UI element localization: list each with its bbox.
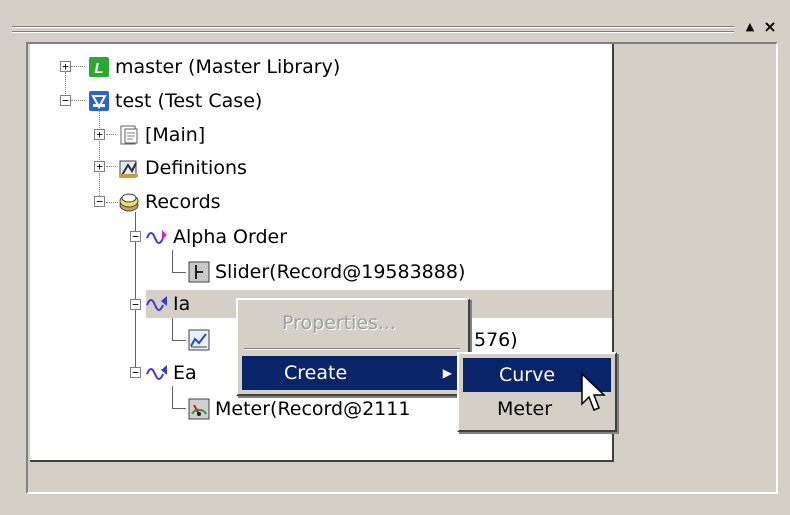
tree-node-ea[interactable]: Ea: [146, 359, 197, 387]
title-grip-highlight: [12, 27, 734, 28]
waveform-icon: [146, 365, 167, 380]
records-icon: [119, 193, 139, 212]
waveform-icon: [146, 230, 167, 244]
tree-node-curve-record[interactable]: [188, 326, 215, 354]
tree-node-curve-record-label: 576): [474, 326, 518, 354]
slider-icon: [188, 261, 210, 283]
tree-line: [99, 108, 100, 202]
tree-line: [106, 134, 116, 135]
tree-node-label: test (Test Case): [115, 90, 263, 112]
tree-node-master[interactable]: L master (Master Library): [88, 53, 340, 81]
tree-node-label: Slider(Record@19583888): [215, 261, 466, 283]
menu-item-properties[interactable]: Properties...: [240, 306, 466, 340]
tree-node-meter-record[interactable]: Meter(Record@2111: [188, 395, 410, 423]
tree-line: [172, 318, 173, 340]
tree-node-label: Ea: [173, 362, 197, 384]
tree-node-label: Records: [145, 191, 221, 213]
menu-separator: [244, 348, 460, 350]
close-button[interactable]: ×: [760, 16, 780, 38]
tree-node-label: master (Master Library): [115, 56, 341, 78]
tree-node-label: Alpha Order: [173, 226, 288, 248]
tree-node-label: Definitions: [145, 157, 247, 179]
tree-node-label: [Main]: [145, 124, 206, 146]
expand-definitions[interactable]: +: [94, 161, 105, 172]
expand-master[interactable]: +: [60, 61, 71, 72]
tree-line: [106, 166, 116, 167]
collapse-ia[interactable]: −: [130, 299, 141, 310]
test-case-icon: [89, 91, 109, 111]
expand-main[interactable]: +: [94, 129, 105, 140]
definitions-icon: [119, 160, 138, 178]
tree-node-records[interactable]: Records: [118, 188, 221, 216]
waveform-icon: [146, 296, 167, 311]
tree-line: [65, 72, 66, 96]
context-menu: Properties... Create ▶: [236, 298, 470, 396]
collapse-ea[interactable]: −: [130, 367, 141, 378]
collapse-alpha-order[interactable]: −: [130, 231, 141, 242]
tree-line: [172, 250, 173, 272]
document-icon: [120, 125, 138, 145]
tree-line: [71, 100, 85, 101]
tree-node-definitions[interactable]: Definitions: [118, 154, 247, 182]
collapse-test[interactable]: −: [60, 95, 71, 106]
tree-line: [172, 340, 186, 341]
tree-node-label: Meter(Record@2111: [215, 398, 411, 420]
curve-icon: [188, 329, 210, 351]
tree-line: [172, 408, 186, 409]
title-grip-lower-highlight: [12, 32, 734, 33]
mouse-cursor-icon: [581, 372, 606, 411]
collapse-records[interactable]: −: [94, 196, 105, 207]
tree-line: [106, 202, 118, 203]
tree-node-main[interactable]: [Main]: [118, 121, 205, 149]
tree-node-alpha-order[interactable]: Alpha Order: [146, 223, 287, 251]
submenu-arrow-icon: ▶: [442, 366, 452, 380]
library-icon: L: [89, 57, 109, 77]
meter-icon: [188, 398, 210, 420]
svg-text:L: L: [94, 60, 103, 77]
menu-item-create[interactable]: Create ▶: [242, 356, 464, 390]
menu-item-create-label: Create: [284, 362, 348, 384]
tree-line: [172, 272, 186, 273]
tree-line: [172, 386, 173, 408]
tree-node-test[interactable]: test (Test Case): [88, 87, 262, 115]
tree-node-slider[interactable]: Slider(Record@19583888): [188, 258, 465, 286]
pin-button[interactable]: ▲: [740, 16, 760, 38]
tree-line: [71, 66, 85, 67]
tree-node-label: Ia: [173, 293, 191, 315]
tree-node-label: 576): [474, 329, 518, 351]
